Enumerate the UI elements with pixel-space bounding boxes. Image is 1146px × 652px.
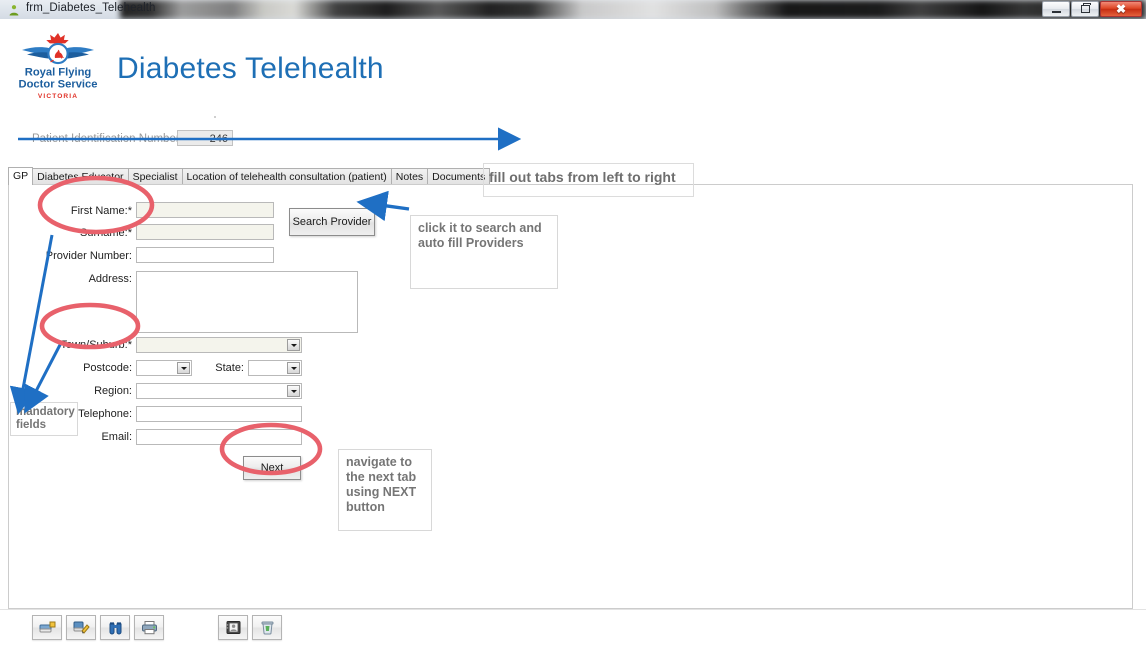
minimize-button[interactable] [1042, 1, 1070, 17]
close-icon: ✖ [1115, 2, 1127, 16]
annotation-next-line2: the next tab [346, 470, 417, 484]
tab-notes[interactable]: Notes [390, 168, 429, 185]
decorative-dot [214, 116, 216, 118]
chevron-down-icon[interactable] [177, 362, 190, 374]
chevron-down-icon[interactable] [287, 339, 300, 351]
tab-specialist[interactable]: Specialist [127, 168, 183, 185]
person-icon [9, 5, 19, 16]
blurred-desktop-strip [120, 0, 1146, 19]
provider-number-label: Provider Number: [45, 250, 132, 262]
window-title-bar: frm_Diabetes_Telehealth ✖ [0, 0, 1146, 20]
window-title: frm_Diabetes_Telehealth [26, 2, 156, 14]
page-title: Diabetes Telehealth [117, 52, 384, 85]
new-record-button[interactable] [32, 615, 62, 640]
contacts-book-icon [225, 621, 240, 634]
annotation-mandatory-fields: mandatory fields [10, 402, 78, 436]
minimize-icon [1051, 11, 1061, 13]
find-button[interactable] [100, 615, 130, 640]
annotation-next-line1: navigate to [346, 455, 412, 469]
telephone-input[interactable] [136, 406, 302, 422]
state-combo[interactable] [248, 360, 302, 376]
find-binoculars-icon [109, 622, 121, 635]
annotation-search-provider-text: click it to search and auto fill Provide… [418, 221, 542, 250]
contacts-book-button[interactable] [218, 615, 248, 640]
annotation-next-line4: button [346, 500, 385, 514]
region-combo[interactable] [136, 383, 302, 399]
annotation-next-button: navigate to the next tab using NEXT butt… [338, 449, 432, 531]
application-window: Royal Flying Doctor Service VICTORIA Dia… [0, 19, 1146, 652]
address-label: Address: [88, 273, 132, 285]
restore-icon [1080, 3, 1091, 13]
annotation-mandatory-line2: fields [16, 419, 47, 431]
edit-record-icon [73, 621, 90, 634]
annotation-next-line3: using NEXT [346, 485, 417, 499]
region-label: Region: [94, 385, 132, 397]
surname-label: Surname:* [80, 227, 132, 239]
svg-text:VICTORIA: VICTORIA [38, 93, 78, 100]
tab-bar: GP Diabetes Educator Specialist Location… [8, 167, 491, 185]
chevron-down-icon[interactable] [287, 362, 300, 374]
print-button[interactable] [134, 615, 164, 640]
tab-location-of-telehealth-consultation[interactable]: Location of telehealth consultation (pat… [181, 168, 392, 185]
town-suburb-combo[interactable] [136, 337, 302, 353]
annotation-tabs-order: fill out tabs from left to right [489, 169, 676, 185]
annotation-search-provider: click it to search and auto fill Provide… [410, 215, 558, 289]
svg-text:Royal Flying: Royal Flying [25, 67, 92, 79]
close-button[interactable]: ✖ [1100, 1, 1142, 17]
postcode-combo[interactable] [136, 360, 192, 376]
print-icon [141, 621, 157, 635]
restore-button[interactable] [1071, 1, 1099, 17]
annotation-mandatory-line1: mandatory [16, 406, 75, 418]
postcode-label: Postcode: [83, 362, 132, 374]
new-record-icon [39, 621, 55, 633]
bottom-toolbar [0, 609, 1146, 652]
town-suburb-label: Town/Suburb:* [60, 339, 132, 351]
svg-text:Doctor Service: Doctor Service [19, 79, 98, 91]
window-controls: ✖ [1042, 1, 1142, 17]
email-input[interactable] [136, 429, 302, 445]
patient-id-label: Patient Identification Number: [32, 133, 183, 145]
first-name-input[interactable] [136, 202, 274, 218]
provider-number-input[interactable] [136, 247, 274, 263]
rfds-logo: Royal Flying Doctor Service VICTORIA [12, 27, 104, 105]
delete-button[interactable] [252, 615, 282, 640]
chevron-down-icon[interactable] [287, 385, 300, 397]
tab-diabetes-educator[interactable]: Diabetes Educator [32, 168, 129, 185]
first-name-label: First Name:* [70, 205, 132, 217]
search-provider-button[interactable]: Search Provider [289, 208, 375, 236]
patient-id-value: 246 [177, 130, 233, 146]
delete-icon [261, 621, 273, 635]
edit-record-button[interactable] [66, 615, 96, 640]
tab-gp[interactable]: GP [8, 167, 34, 185]
address-textarea[interactable] [136, 271, 358, 333]
next-button[interactable]: Next [243, 456, 301, 480]
surname-input[interactable] [136, 224, 274, 240]
state-label: State: [215, 362, 244, 374]
tab-documents[interactable]: Documents [427, 168, 491, 185]
